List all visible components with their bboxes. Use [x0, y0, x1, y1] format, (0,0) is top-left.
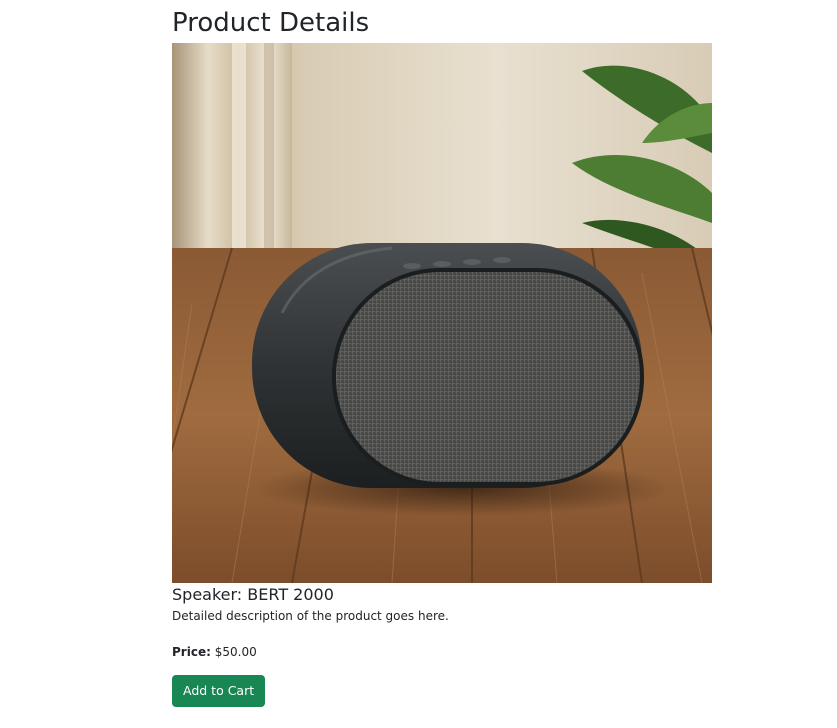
product-name: Speaker: BERT 2000 [172, 585, 334, 604]
page-title: Product Details [172, 8, 370, 38]
product-price: Price: $50.00 [172, 643, 732, 661]
price-label: Price: [172, 645, 211, 659]
add-to-cart-button[interactable]: Add to Cart [172, 675, 266, 707]
product-description: Detailed description of the product goes… [172, 609, 449, 623]
product-image [172, 43, 712, 583]
price-value: $50.00 [214, 645, 257, 659]
product-details-container: Product Details Speaker: BERT 2000 Detai… [172, 0, 732, 707]
